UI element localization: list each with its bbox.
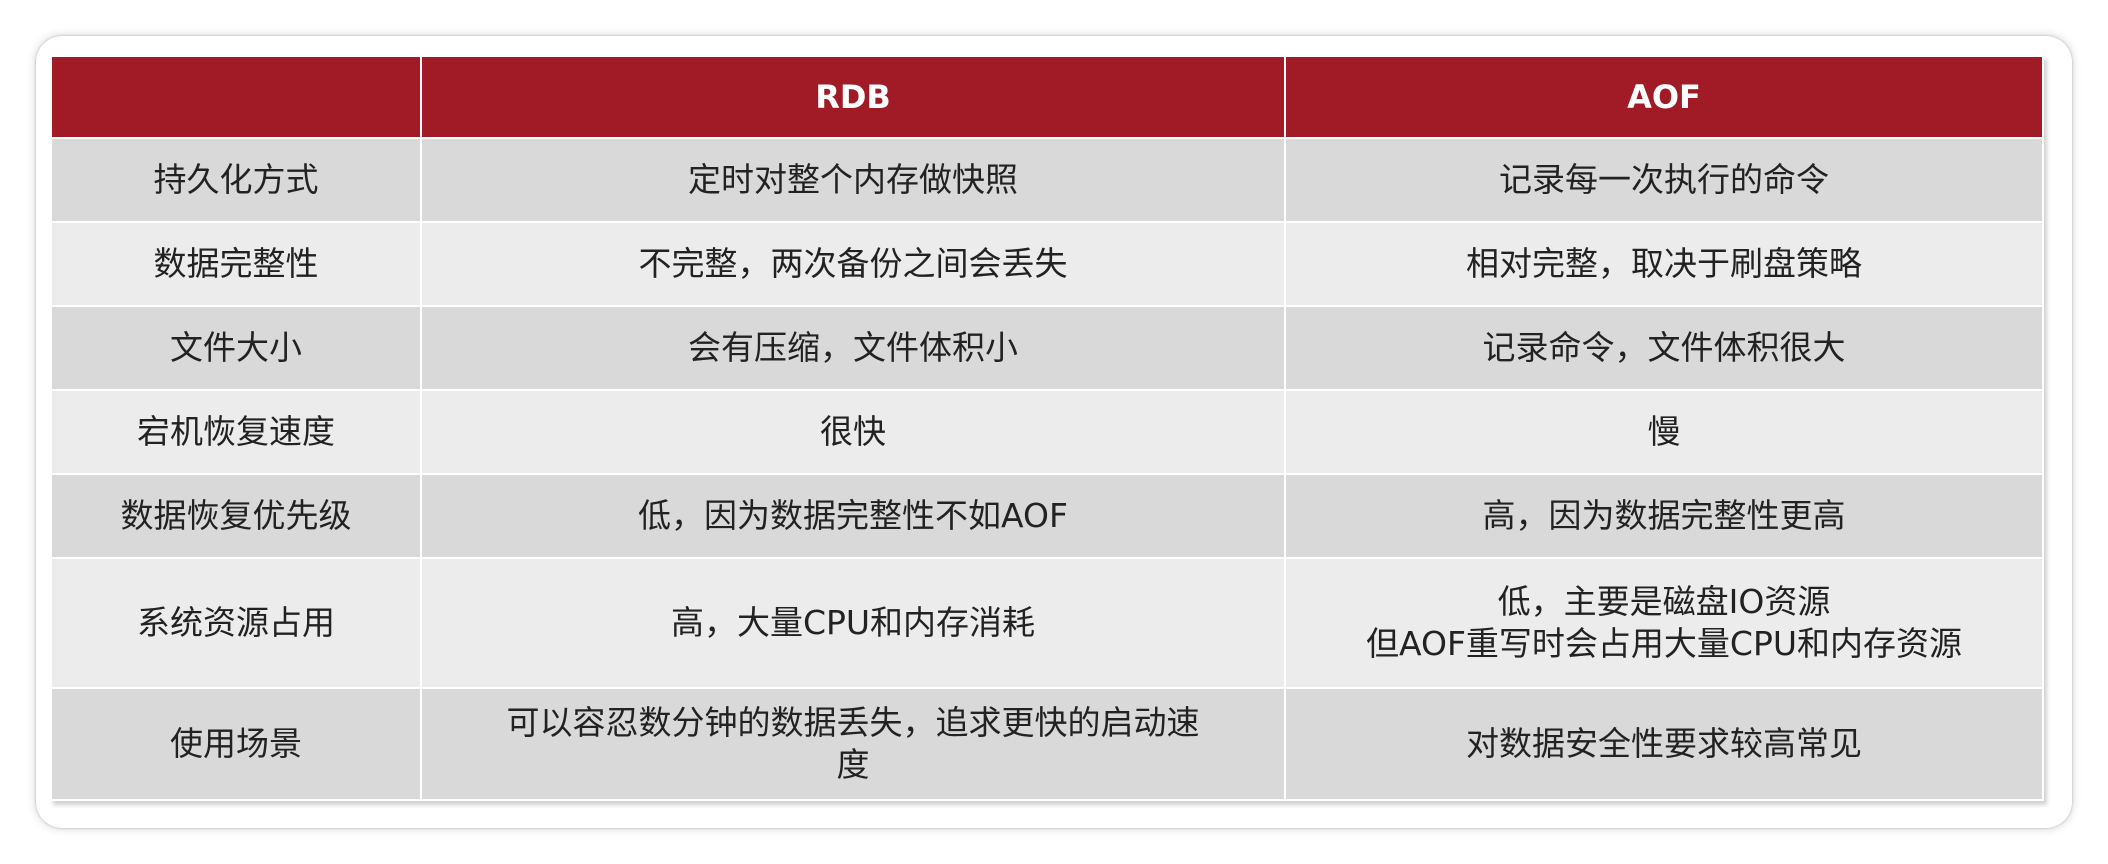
cell-text: 度 bbox=[836, 745, 870, 784]
rdb-cell: 很快 bbox=[420, 389, 1286, 475]
cell-text: 相对完整，取决于刷盘策略 bbox=[1466, 244, 1862, 283]
table-row: 持久化方式 定时对整个内存做快照 记录每一次执行的命令 bbox=[50, 137, 2044, 223]
comparison-table: RDB AOF 持久化方式 定时对整个内存做快照 记录每一次执行的命令 数据完整… bbox=[50, 55, 2044, 801]
cell-text: 不完整，两次备份之间会丢失 bbox=[638, 244, 1068, 283]
cell-text: 记录命令，文件体积很大 bbox=[1482, 328, 1846, 367]
rdb-cell: 低，因为数据完整性不如AOF bbox=[420, 473, 1286, 559]
rdb-cell: 高，大量CPU和内存消耗 bbox=[420, 557, 1286, 689]
rdb-cell: 定时对整个内存做快照 bbox=[420, 137, 1286, 223]
cell-text: 慢 bbox=[1647, 412, 1681, 451]
cell-text: 对数据安全性要求较高常见 bbox=[1466, 724, 1862, 763]
table-row: 文件大小 会有压缩，文件体积小 记录命令，文件体积很大 bbox=[50, 305, 2044, 391]
aof-cell: 慢 bbox=[1284, 389, 2044, 475]
rdb-cell: 可以容忍数分钟的数据丢失，追求更快的启动速 度 bbox=[420, 687, 1286, 801]
cell-text: 高，因为数据完整性更高 bbox=[1482, 496, 1846, 535]
row-label: 文件大小 bbox=[50, 305, 422, 391]
cell-text: 记录每一次执行的命令 bbox=[1499, 160, 1829, 199]
row-label: 持久化方式 bbox=[50, 137, 422, 223]
cell-text: 可以容忍数分钟的数据丢失，追求更快的启动速 bbox=[506, 703, 1200, 742]
table-row: 系统资源占用 高，大量CPU和内存消耗 低，主要是磁盘IO资源 但AOF重写时会… bbox=[50, 557, 2044, 689]
aof-cell: 对数据安全性要求较高常见 bbox=[1284, 687, 2044, 801]
cell-text: 低，主要是磁盘IO资源 bbox=[1497, 582, 1831, 621]
header-aof: AOF bbox=[1284, 55, 2044, 139]
row-label: 数据恢复优先级 bbox=[50, 473, 422, 559]
rdb-cell: 会有压缩，文件体积小 bbox=[420, 305, 1286, 391]
table-row: 使用场景 可以容忍数分钟的数据丢失，追求更快的启动速 度 对数据安全性要求较高常… bbox=[50, 687, 2044, 801]
row-label: 数据完整性 bbox=[50, 221, 422, 307]
table-row: 宕机恢复速度 很快 慢 bbox=[50, 389, 2044, 475]
cell-text: 高，大量CPU和内存消耗 bbox=[670, 603, 1036, 642]
table-header-row: RDB AOF bbox=[50, 55, 2044, 139]
header-empty-cell bbox=[50, 55, 422, 139]
aof-cell: 低，主要是磁盘IO资源 但AOF重写时会占用大量CPU和内存资源 bbox=[1284, 557, 2044, 689]
cell-text: 很快 bbox=[820, 412, 886, 451]
aof-cell: 高，因为数据完整性更高 bbox=[1284, 473, 2044, 559]
row-label: 宕机恢复速度 bbox=[50, 389, 422, 475]
rdb-cell: 不完整，两次备份之间会丢失 bbox=[420, 221, 1286, 307]
cell-text: 定时对整个内存做快照 bbox=[688, 160, 1018, 199]
cell-text: 低，因为数据完整性不如AOF bbox=[638, 496, 1068, 535]
row-label: 使用场景 bbox=[50, 687, 422, 801]
table-row: 数据完整性 不完整，两次备份之间会丢失 相对完整，取决于刷盘策略 bbox=[50, 221, 2044, 307]
aof-cell: 记录命令，文件体积很大 bbox=[1284, 305, 2044, 391]
header-rdb: RDB bbox=[420, 55, 1286, 139]
cell-text: 但AOF重写时会占用大量CPU和内存资源 bbox=[1365, 624, 1963, 663]
row-label: 系统资源占用 bbox=[50, 557, 422, 689]
aof-cell: 相对完整，取决于刷盘策略 bbox=[1284, 221, 2044, 307]
aof-cell: 记录每一次执行的命令 bbox=[1284, 137, 2044, 223]
table-row: 数据恢复优先级 低，因为数据完整性不如AOF 高，因为数据完整性更高 bbox=[50, 473, 2044, 559]
cell-text: 会有压缩，文件体积小 bbox=[688, 328, 1018, 367]
